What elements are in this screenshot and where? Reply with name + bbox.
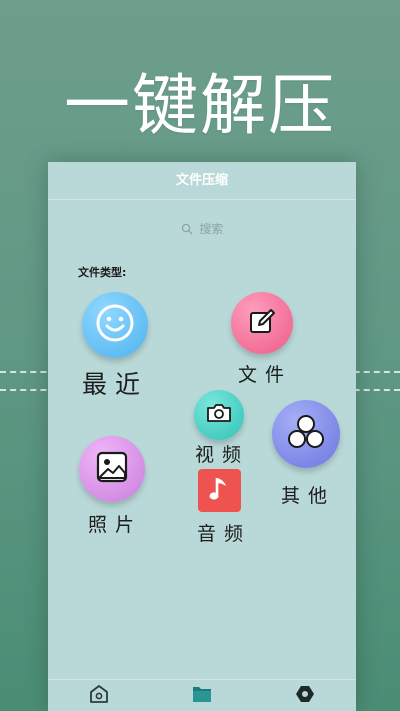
image-icon (94, 449, 130, 489)
edit-icon (245, 304, 279, 342)
app-window: 文件压缩 搜索 文件类型: 最近 文件 视频 其他 照片 音频 (48, 162, 356, 711)
category-video-label: 视频 (195, 444, 250, 466)
category-recent-label: 最近 (82, 370, 149, 399)
category-photos-button[interactable] (79, 436, 145, 502)
category-photos-label: 照片 (88, 514, 143, 536)
bottom-navigation (48, 679, 356, 711)
category-recent-button[interactable] (82, 292, 148, 358)
category-audio-button[interactable] (198, 469, 241, 512)
folder-icon (191, 684, 213, 708)
nav-home-button[interactable] (48, 684, 151, 708)
nav-files-button[interactable] (151, 684, 254, 708)
category-audio-label: 音频 (197, 523, 252, 545)
circles-icon (285, 412, 327, 456)
camera-icon (205, 402, 233, 428)
music-note-icon (207, 474, 233, 508)
search-icon (181, 222, 200, 236)
category-other-label: 其他 (281, 485, 336, 507)
hexagon-icon (295, 684, 315, 708)
category-files-button[interactable] (231, 292, 293, 354)
search-placeholder: 搜索 (199, 222, 224, 236)
category-files-label: 文件 (238, 364, 293, 386)
home-icon (88, 684, 110, 708)
hero-title: 一键解压 (64, 67, 336, 144)
nav-settings-button[interactable] (253, 684, 356, 708)
section-label: 文件类型: (78, 266, 127, 279)
category-video-button[interactable] (194, 390, 244, 440)
search-bar[interactable]: 搜索 (48, 220, 356, 237)
app-header-title: 文件压缩 (48, 162, 356, 200)
category-other-button[interactable] (272, 400, 340, 468)
smiley-icon (95, 303, 135, 347)
